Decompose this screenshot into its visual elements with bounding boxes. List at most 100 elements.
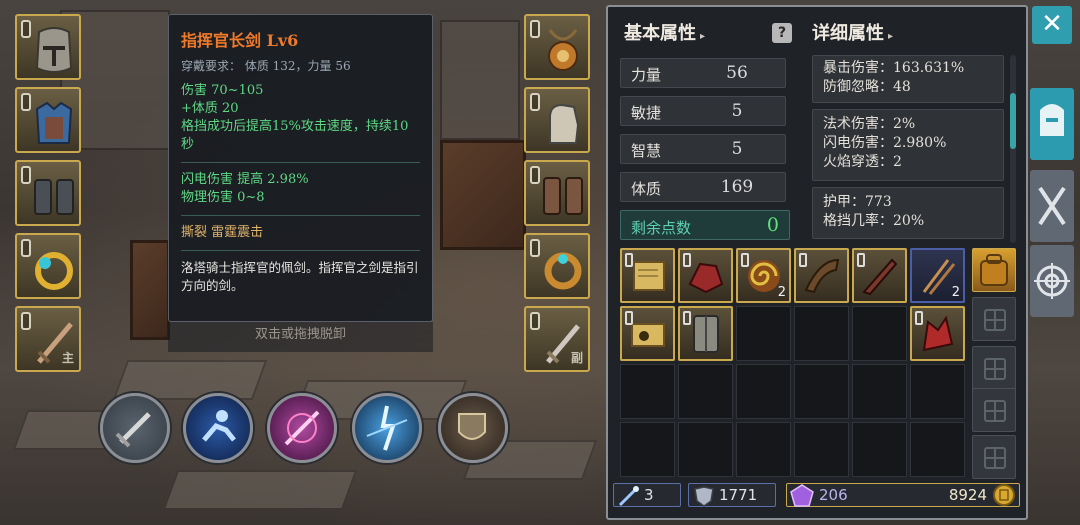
inventory-cell[interactable] [620, 364, 675, 419]
bag-slot-empty[interactable] [972, 346, 1016, 390]
inventory-item-map[interactable] [620, 306, 675, 361]
inventory-item-red-ore[interactable] [678, 248, 733, 303]
tab-settings[interactable] [1030, 245, 1074, 317]
detail-scrollbar[interactable] [1010, 55, 1016, 243]
fire-penetration: 火焰穿透：2 [823, 154, 902, 170]
lock-icon [21, 312, 31, 330]
helmet-slot[interactable] [15, 14, 81, 80]
bag-slot-empty[interactable] [972, 435, 1016, 479]
inventory-item-scroll[interactable] [620, 248, 675, 303]
attr-value: 5 [731, 139, 743, 159]
wooden-crate [130, 240, 170, 340]
inventory-item-claw[interactable] [852, 248, 907, 303]
inventory-cell[interactable] [852, 306, 907, 361]
lightning-damage: 闪电伤害：2.980% [823, 135, 947, 151]
inventory-cell[interactable] [678, 422, 733, 477]
inventory-cell[interactable] [794, 306, 849, 361]
bag-slot-empty[interactable] [972, 388, 1016, 432]
item-count: 2 [951, 285, 960, 300]
attr-row-constitution: 体质 169 [620, 172, 786, 202]
gloves-slot[interactable] [15, 160, 81, 226]
gold-ring-icon [35, 252, 73, 290]
inventory-cell[interactable] [794, 422, 849, 477]
item-lightning-damage: 闪电伤害 提高 2.98% [181, 172, 309, 187]
magic-damage: 法术伤害：2% [823, 116, 916, 132]
tab-equipment[interactable] [1030, 88, 1074, 160]
inventory-item-red-spiked[interactable] [910, 306, 965, 361]
armor-slot[interactable] [15, 87, 81, 153]
close-button[interactable]: ✕ [1032, 6, 1072, 44]
unequip-hint: 双击或拖拽脱卸 [168, 322, 433, 352]
off-hand-slot[interactable]: 副 [524, 306, 590, 372]
key-wand-icon [618, 486, 639, 507]
sword-slash-icon [115, 412, 151, 448]
character-panel: 基本属性 ▸ ? 详细属性 ▸ 力量 56 敏捷 5 智慧 5 体质 169 剩余点… [606, 5, 1028, 520]
item-stat-bonus: +体质 20 [181, 101, 239, 116]
attr-value: 56 [726, 63, 748, 83]
skill-dash-button[interactable] [183, 393, 253, 463]
inventory-cell[interactable] [620, 422, 675, 477]
inventory-cell[interactable] [794, 364, 849, 419]
detail-attributes-title[interactable]: 详细属性 ▸ [812, 19, 893, 45]
empty-bag-icon [984, 309, 1006, 331]
inventory-item-spiral-rune[interactable]: 2 [736, 248, 791, 303]
crossed-swords-icon [1038, 186, 1066, 226]
item-count: 2 [777, 285, 786, 300]
inventory-cell[interactable] [678, 364, 733, 419]
souls-counter: 1771 [688, 483, 776, 507]
attr-value: 5 [731, 101, 743, 121]
ring2-slot[interactable] [524, 233, 590, 299]
basic-attributes-title[interactable]: 基本属性 ▸ [624, 19, 705, 45]
defense-ignore: 防御忽略：48 [823, 79, 911, 95]
caret-icon: ▸ [700, 31, 706, 42]
bag-slot-active[interactable] [972, 248, 1016, 292]
skill-basic-attack-button[interactable] [100, 393, 170, 463]
inventory-cell[interactable] [852, 364, 907, 419]
lock-icon [625, 311, 633, 325]
armor: 护甲：773 [823, 194, 892, 210]
lock-icon [915, 311, 923, 325]
lock-icon [530, 312, 540, 330]
bracer-slot[interactable] [524, 87, 590, 153]
inventory-cell[interactable] [736, 364, 791, 419]
item-requirement: 穿戴要求： 体质 132，力量 56 [181, 59, 351, 73]
inventory-cell[interactable] [910, 422, 965, 477]
chest-armor-icon [35, 101, 73, 144]
magic-blade-icon [284, 410, 320, 446]
ring-slot[interactable] [15, 233, 81, 299]
gold-coin-icon [993, 484, 1015, 506]
attr-row-strength: 力量 56 [620, 58, 786, 88]
inventory-cell[interactable] [852, 422, 907, 477]
inventory-cell[interactable] [736, 422, 791, 477]
inventory-item-horn[interactable] [794, 248, 849, 303]
item-effect: 格挡成功后提高15%攻击速度，持续10秒 [181, 119, 409, 152]
attr-row-wisdom: 智慧 5 [620, 134, 786, 164]
tab-weapons[interactable] [1030, 170, 1074, 242]
item-damage: 伤害 70~105 [181, 83, 264, 98]
lock-icon [21, 20, 31, 38]
crit-damage: 暴击伤害：163.631% [823, 60, 965, 76]
remaining-points: 剩余点数 0 [620, 210, 790, 240]
bag-slot-empty[interactable] [972, 297, 1016, 341]
amulet-slot[interactable] [524, 14, 590, 80]
purple-gem-icon [790, 484, 814, 507]
skill-lightning-button[interactable] [352, 393, 422, 463]
detail-scroll-thumb[interactable] [1010, 93, 1016, 149]
help-icon[interactable]: ? [772, 23, 792, 43]
skill-magic-strike-button[interactable] [267, 393, 337, 463]
empty-bag-icon [984, 447, 1006, 469]
divider [181, 162, 420, 163]
item-description: 洛塔骑士指挥官的佩剑。指挥官之剑是指引方向的剑。 [181, 260, 419, 293]
keys-counter: 3 [613, 483, 681, 507]
skill-shield-bash-button[interactable] [438, 393, 508, 463]
attr-label: 智慧 [631, 142, 662, 160]
inventory-item-armor[interactable] [678, 306, 733, 361]
boots-slot[interactable] [524, 160, 590, 226]
inventory-item-feathers[interactable]: 2 [910, 248, 965, 303]
inventory-cell[interactable] [736, 306, 791, 361]
gems-gold-counter: 206 8924 [786, 483, 1020, 507]
main-hand-slot[interactable]: 主 [15, 306, 81, 372]
lock-icon [799, 253, 807, 267]
inventory-cell[interactable] [910, 364, 965, 419]
dash-icon [202, 410, 236, 442]
